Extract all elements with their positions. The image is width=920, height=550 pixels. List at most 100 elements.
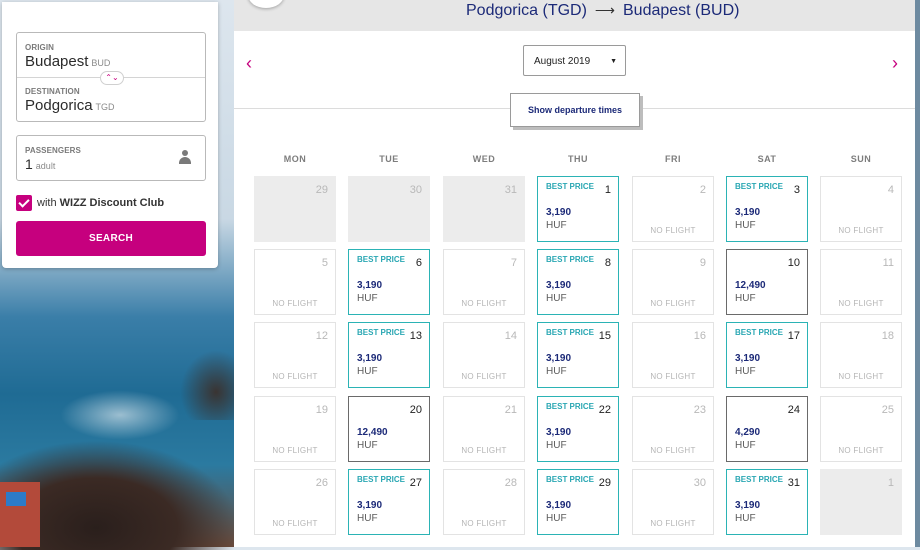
calendar-day-cell: 25 NO FLIGHT <box>820 396 902 462</box>
calendar-day-cell[interactable]: 6 BEST PRICE 3,190 HUF <box>348 249 430 315</box>
weekday-label: WED <box>472 154 496 164</box>
calendar-day-cell[interactable]: 29 BEST PRICE 3,190 HUF <box>537 469 619 535</box>
day-number: 18 <box>881 330 894 342</box>
fare-currency: HUF <box>357 440 378 451</box>
calendar-day-cell[interactable]: 1 BEST PRICE 3,190 HUF <box>537 176 619 242</box>
no-flight-label: NO FLIGHT <box>650 446 696 455</box>
day-number: 19 <box>315 404 328 416</box>
destination-value: Podgorica TGD <box>25 97 115 114</box>
show-departure-times-button[interactable]: Show departure times <box>510 93 640 127</box>
month-select[interactable]: August 2019 ▼ <box>523 45 626 76</box>
calendar-day-cell: 16 NO FLIGHT <box>632 322 714 388</box>
no-flight-label: NO FLIGHT <box>461 299 507 308</box>
day-number: 3 <box>793 184 800 196</box>
calendar-day-cell[interactable]: 31 BEST PRICE 3,190 HUF <box>726 469 808 535</box>
fare-price: 3,190 <box>546 280 572 291</box>
route-arrow-icon: ⟶ <box>594 2 615 18</box>
day-number: 26 <box>315 477 328 489</box>
calendar-day-cell: 14 NO FLIGHT <box>443 322 525 388</box>
calendar-day-cell[interactable]: 24 4,290 HUF <box>726 396 808 462</box>
checkbox-checked-icon[interactable] <box>16 195 32 211</box>
calendar-day-cell: 2 NO FLIGHT <box>632 176 714 242</box>
fare-currency: HUF <box>735 220 756 231</box>
best-price-badge: BEST PRICE <box>735 475 784 484</box>
day-number: 15 <box>598 330 611 342</box>
passengers-field[interactable]: PASSENGERS 1 adult <box>16 135 206 181</box>
search-button[interactable]: SEARCH <box>16 221 206 256</box>
best-price-badge: BEST PRICE <box>357 255 406 264</box>
day-number: 20 <box>409 404 422 416</box>
no-flight-label: NO FLIGHT <box>838 226 884 235</box>
background-edge <box>915 0 920 547</box>
no-flight-label: NO FLIGHT <box>272 446 318 455</box>
no-flight-label: NO FLIGHT <box>461 372 507 381</box>
calendar-day-cell[interactable]: 20 12,490 HUF <box>348 396 430 462</box>
origin-label: ORIGIN <box>25 43 55 52</box>
best-price-badge: BEST PRICE <box>546 402 595 411</box>
day-number: 30 <box>409 184 422 196</box>
day-number: 2 <box>699 184 706 196</box>
discount-club-option[interactable]: with WIZZ Discount Club <box>16 194 164 212</box>
calendar-panel: Podgorica (TGD) ⟶ Budapest (BUD) ‹ August … <box>234 0 915 547</box>
back-button[interactable] <box>248 0 284 8</box>
next-month-chevron-icon[interactable]: › <box>892 53 898 74</box>
fare-price: 3,190 <box>357 353 383 364</box>
calendar-day-cell: 30 NO FLIGHT <box>632 469 714 535</box>
route-to: Budapest (BUD) <box>623 2 740 19</box>
day-number: 27 <box>409 477 422 489</box>
search-panel: ORIGIN Budapest BUD ⌃⌄ DESTINATION Podgor… <box>2 2 218 268</box>
calendar-day-cell: 21 NO FLIGHT <box>443 396 525 462</box>
best-price-badge: BEST PRICE <box>546 255 595 264</box>
calendar-day-cell: 11 NO FLIGHT <box>820 249 902 315</box>
calendar-day-cell: 28 NO FLIGHT <box>443 469 525 535</box>
day-number: 13 <box>409 330 422 342</box>
destination-field[interactable]: DESTINATION Podgorica TGD <box>17 77 205 121</box>
day-number: 8 <box>604 257 611 269</box>
no-flight-label: NO FLIGHT <box>650 299 696 308</box>
calendar-day-cell[interactable]: 8 BEST PRICE 3,190 HUF <box>537 249 619 315</box>
fare-price: 4,290 <box>735 427 761 438</box>
best-price-badge: BEST PRICE <box>735 182 784 191</box>
fare-price: 12,490 <box>357 427 388 438</box>
origin-value: Budapest BUD <box>25 53 111 70</box>
fare-price: 12,490 <box>735 280 766 291</box>
no-flight-label: NO FLIGHT <box>272 299 318 308</box>
calendar-day-cell[interactable]: 17 BEST PRICE 3,190 HUF <box>726 322 808 388</box>
best-price-badge: BEST PRICE <box>546 475 595 484</box>
day-number: 14 <box>504 330 517 342</box>
day-number: 11 <box>882 257 894 269</box>
fare-price: 3,190 <box>546 207 572 218</box>
prev-month-chevron-icon[interactable]: ‹ <box>246 53 252 74</box>
day-number: 10 <box>787 257 800 269</box>
calendar-day-cell[interactable]: 22 BEST PRICE 3,190 HUF <box>537 396 619 462</box>
calendar-day-cell[interactable]: 3 BEST PRICE 3,190 HUF <box>726 176 808 242</box>
calendar-day-cell[interactable]: 15 BEST PRICE 3,190 HUF <box>537 322 619 388</box>
no-flight-label: NO FLIGHT <box>838 299 884 308</box>
day-number: 17 <box>787 330 800 342</box>
calendar-day-cell[interactable]: 27 BEST PRICE 3,190 HUF <box>348 469 430 535</box>
route-header: Podgorica (TGD) ⟶ Budapest (BUD) <box>234 0 915 31</box>
weekday-label: FRI <box>665 154 681 164</box>
route-title: Podgorica (TGD) ⟶ Budapest (BUD) <box>466 2 740 20</box>
fare-currency: HUF <box>357 513 378 524</box>
destination-label: DESTINATION <box>25 87 80 96</box>
weekday-label: TUE <box>379 154 399 164</box>
best-price-badge: BEST PRICE <box>735 328 784 337</box>
day-number: 5 <box>321 257 328 269</box>
calendar-day-cell[interactable]: 13 BEST PRICE 3,190 HUF <box>348 322 430 388</box>
day-number: 28 <box>504 477 517 489</box>
no-flight-label: NO FLIGHT <box>272 519 318 528</box>
day-number: 25 <box>881 404 894 416</box>
day-number: 4 <box>887 184 894 196</box>
fare-currency: HUF <box>357 293 378 304</box>
fare-price: 3,190 <box>357 280 383 291</box>
person-icon <box>179 150 191 166</box>
best-price-badge: BEST PRICE <box>546 182 595 191</box>
fare-currency: HUF <box>357 366 378 377</box>
no-flight-label: NO FLIGHT <box>461 446 507 455</box>
day-number: 29 <box>598 477 611 489</box>
calendar-day-cell[interactable]: 10 12,490 HUF <box>726 249 808 315</box>
day-number: 1 <box>887 477 894 489</box>
calendar-day-cell: 19 NO FLIGHT <box>254 396 336 462</box>
day-number: 30 <box>693 477 706 489</box>
